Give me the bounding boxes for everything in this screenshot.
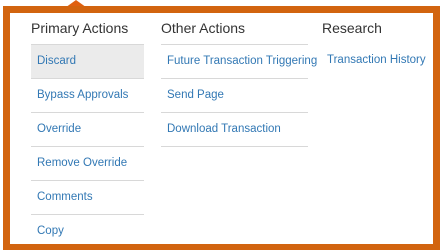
copy-action[interactable]: Copy — [31, 215, 144, 244]
other-actions-header: Other Actions — [161, 20, 246, 36]
comments-action[interactable]: Comments — [31, 181, 144, 215]
research-list: Transaction History — [322, 44, 432, 77]
other-actions-column: Other Actions Future Transaction Trigger… — [161, 13, 317, 147]
actions-menu-popover: Primary Actions Discard Bypass Approvals… — [0, 0, 441, 250]
download-transaction-action[interactable]: Download Transaction — [161, 113, 308, 147]
actions-dropdown: Primary Actions Discard Bypass Approvals… — [3, 6, 440, 250]
remove-override-action[interactable]: Remove Override — [31, 147, 144, 181]
bypass-approvals-action[interactable]: Bypass Approvals — [31, 79, 144, 113]
research-header: Research — [322, 20, 382, 36]
discard-action[interactable]: Discard — [31, 45, 144, 79]
transaction-history-action[interactable]: Transaction History — [322, 44, 432, 77]
primary-actions-list: Discard Bypass Approvals Override Remove… — [31, 44, 144, 244]
future-transaction-triggering-action[interactable]: Future Transaction Triggering — [161, 45, 317, 79]
research-column: Research Transaction History — [322, 13, 432, 77]
primary-actions-column: Primary Actions Discard Bypass Approvals… — [31, 13, 144, 244]
other-actions-list: Future Transaction Triggering Send Page … — [161, 44, 317, 147]
send-page-action[interactable]: Send Page — [161, 79, 308, 113]
override-action[interactable]: Override — [31, 113, 144, 147]
primary-actions-header: Primary Actions — [31, 20, 129, 36]
